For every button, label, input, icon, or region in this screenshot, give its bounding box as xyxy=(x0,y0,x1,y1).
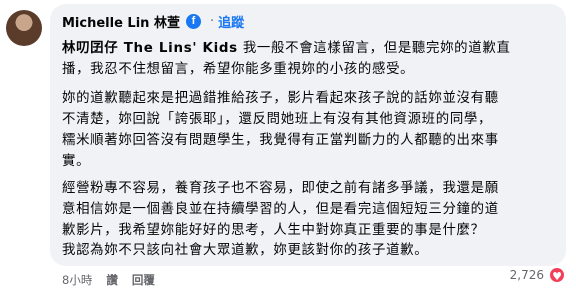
comment-actions: 8小時 讚 回覆 xyxy=(62,272,155,288)
comment-paragraph-3: 經營粉專不容易，養育孩子也不容易，即使之前有諸多爭議，我還是願 意相信妳是一個善… xyxy=(62,181,499,238)
comment-paragraph-1: 林叨囝仔 The Lins' Kids 我一般不會這樣留言，但是聽完妳的道歉直 … xyxy=(62,41,511,77)
commenter-avatar[interactable] xyxy=(6,10,42,46)
comment-paragraph-4: 我認為妳不只該向社會大眾道歉，妳更該對你的孩子道歉。 xyxy=(62,243,429,258)
comment-timestamp[interactable]: 8小時 xyxy=(62,272,92,288)
like-button[interactable]: 讚 xyxy=(106,272,118,288)
follow-button[interactable]: 追蹤 xyxy=(218,12,244,31)
reply-button[interactable]: 回覆 xyxy=(132,272,155,288)
page-mention-link[interactable]: 林叨囝仔 The Lins' Kids xyxy=(62,41,238,56)
heart-icon: ♥ xyxy=(548,266,566,284)
facebook-badge-icon: f xyxy=(185,14,201,29)
reaction-summary[interactable]: 2,726 ♥ xyxy=(510,266,566,284)
author-name[interactable]: Michelle Lin 林萱 xyxy=(62,12,180,31)
comment-header: Michelle Lin 林萱 f · 追蹤 xyxy=(62,12,244,31)
header-separator: · xyxy=(209,14,215,29)
reaction-count: 2,726 xyxy=(509,268,544,282)
comment-bubble: Michelle Lin 林萱 f · 追蹤 林叨囝仔 The Lins' Ki… xyxy=(50,4,566,266)
comment-paragraph-2: 妳的道歉聽起來是把過錯推給孩子，影片看起來孩子說的話妳並沒有聽 不清楚，妳回說「… xyxy=(62,91,499,169)
